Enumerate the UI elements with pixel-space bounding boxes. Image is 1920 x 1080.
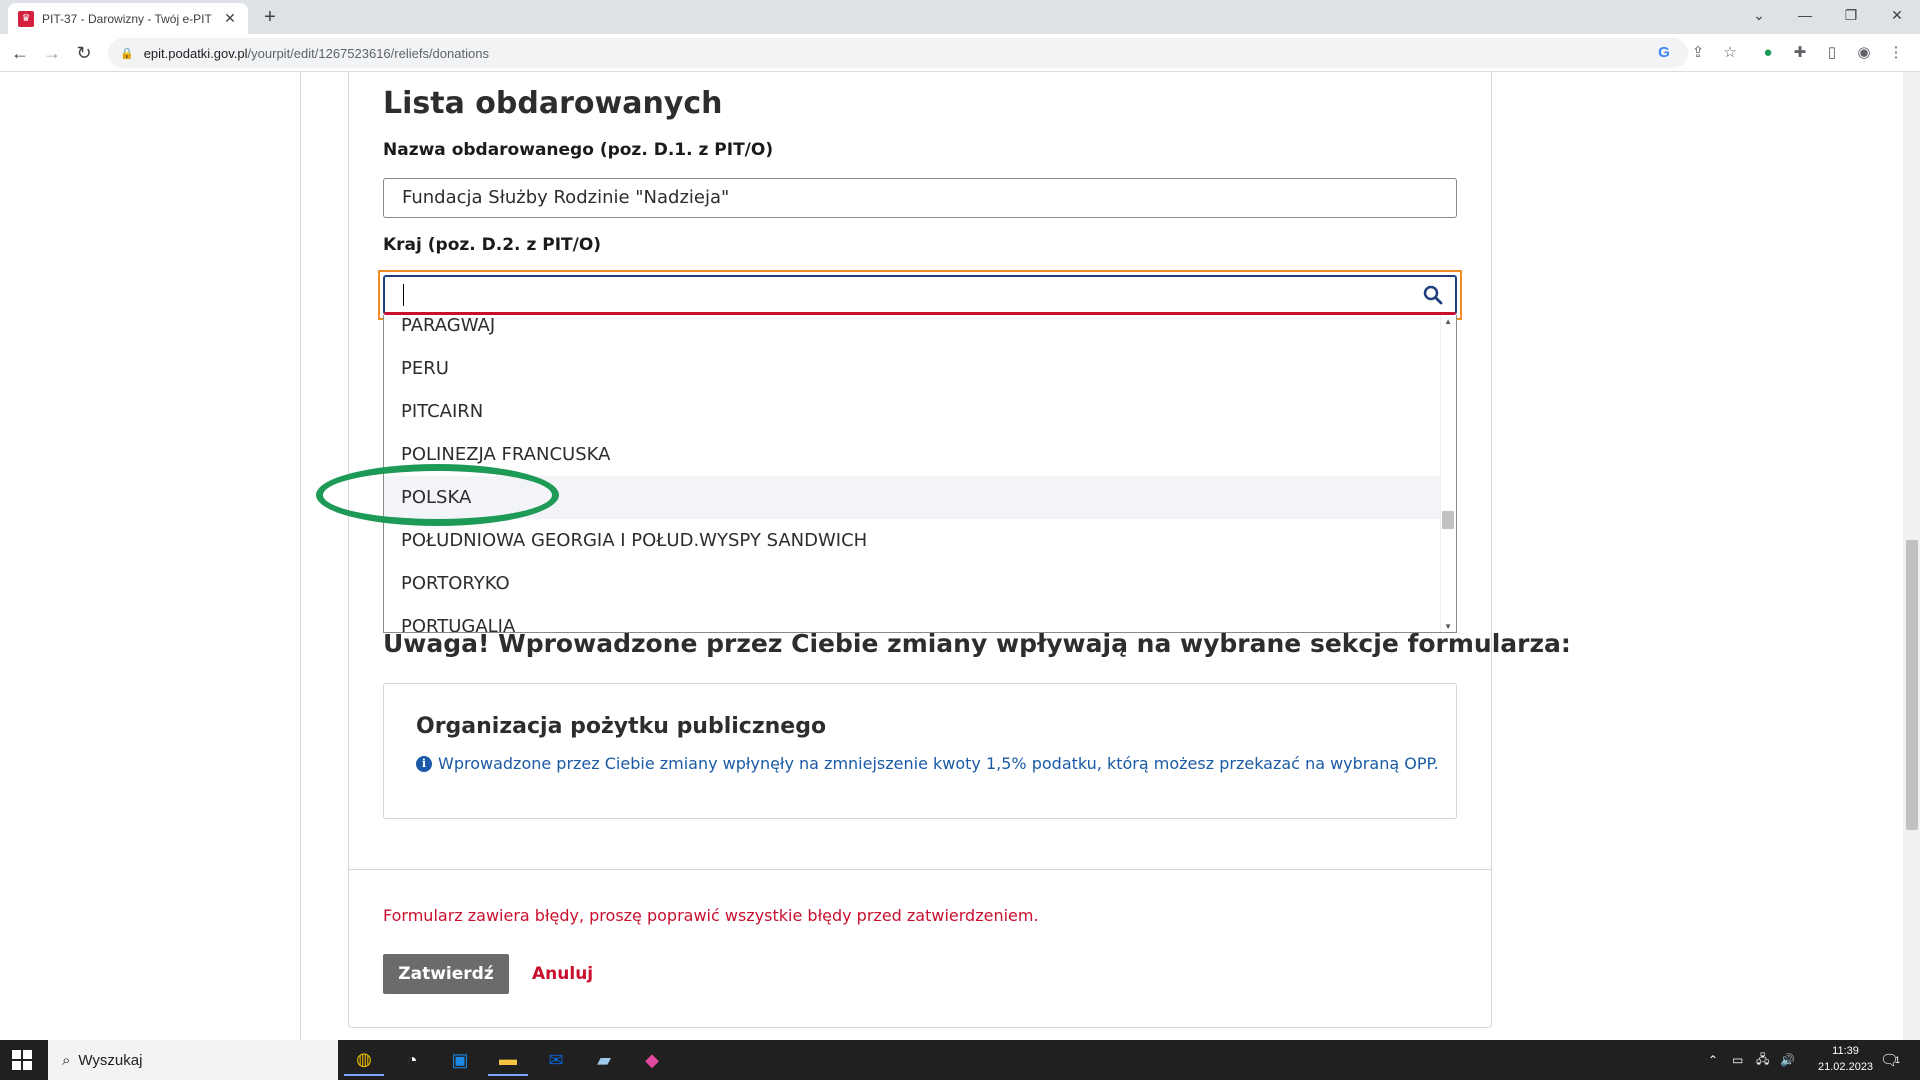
country-search-input[interactable] bbox=[383, 275, 1457, 315]
dropdown-scrollbar[interactable]: ▲ ▼ bbox=[1440, 315, 1456, 632]
url-host: epit.podatki.gov.pl bbox=[143, 45, 248, 61]
taskbar-clock[interactable]: 11:39 21.02.2023 bbox=[1818, 1043, 1873, 1075]
country-option[interactable]: PERU bbox=[384, 347, 1440, 390]
new-tab-button[interactable]: + bbox=[258, 6, 282, 30]
outlook-app-icon[interactable]: ✉ bbox=[536, 1044, 576, 1076]
reload-icon[interactable]: ↻ bbox=[72, 41, 96, 65]
clock-app-icon[interactable]: ◔ bbox=[392, 1044, 432, 1076]
extension-green-icon[interactable]: ● bbox=[1756, 41, 1780, 65]
back-arrow-icon[interactable]: ← bbox=[8, 41, 32, 65]
address-bar[interactable]: 🔒 epit.podatki.gov.pl/yourpit/edit/12675… bbox=[108, 38, 1688, 68]
search-icon[interactable] bbox=[1421, 283, 1445, 307]
tray-device-icon[interactable]: ▭ bbox=[1732, 1040, 1743, 1080]
close-window-button[interactable]: ✕ bbox=[1874, 0, 1920, 30]
network-icon[interactable]: 🖧 bbox=[1756, 1040, 1769, 1080]
browser-tab-strip: ♛ PIT-37 - Darowizny - Twój e-PIT ✕ + ⌄ … bbox=[0, 0, 1920, 34]
browser-tab[interactable]: ♛ PIT-37 - Darowizny - Twój e-PIT ✕ bbox=[8, 3, 248, 34]
info-text: Wprowadzone przez Ciebie zmiany wpłynęły… bbox=[438, 754, 1439, 773]
section-divider bbox=[349, 869, 1491, 870]
notification-count: 1 bbox=[1895, 1055, 1901, 1065]
tab-search-chevron-icon[interactable]: ⌄ bbox=[1736, 0, 1782, 30]
info-message: i Wprowadzone przez Ciebie zmiany wpłynę… bbox=[416, 754, 1439, 773]
donee-name-label: Nazwa obdarowanego (poz. D.1. z PIT/O) bbox=[383, 140, 774, 160]
taskbar-search-label: Wyszukaj bbox=[78, 1051, 143, 1069]
taskbar-search[interactable]: ⌕ Wyszukaj bbox=[48, 1040, 338, 1080]
annotation-ellipse bbox=[316, 464, 559, 526]
chrome-app-icon[interactable]: ◍ bbox=[344, 1044, 384, 1076]
cancel-link[interactable]: Anuluj bbox=[532, 964, 593, 984]
windows-start-icon[interactable] bbox=[12, 1050, 32, 1070]
country-option[interactable]: POŁUDNIOWA GEORGIA I POŁUD.WYSPY SANDWIC… bbox=[384, 519, 1440, 562]
volume-icon[interactable]: 🔊 bbox=[1780, 1040, 1795, 1080]
country-option[interactable]: PITCAIRN bbox=[384, 390, 1440, 433]
country-option[interactable]: PORTORYKO bbox=[384, 562, 1440, 605]
file-explorer-icon[interactable]: ▬ bbox=[488, 1044, 528, 1076]
restore-button[interactable]: ❐ bbox=[1828, 0, 1874, 30]
url-path: /yourpit/edit/1267523616/reliefs/donatio… bbox=[247, 45, 489, 61]
tab-title: PIT-37 - Darowizny - Twój e-PIT bbox=[42, 11, 212, 26]
page-scroll-thumb[interactable] bbox=[1906, 540, 1918, 830]
taskbar-search-icon: ⌕ bbox=[62, 1051, 71, 1069]
text-caret bbox=[403, 284, 404, 306]
opp-info-box: Organizacja pożytku publicznego i Wprowa… bbox=[383, 683, 1457, 819]
donee-name-field[interactable]: Fundacja Służby Rodzinie "Nadzieja" bbox=[383, 178, 1457, 218]
tray-chevron-icon[interactable]: ⌃ bbox=[1708, 1040, 1718, 1080]
clock-date: 21.02.2023 bbox=[1818, 1061, 1874, 1073]
form-error-message: Formularz zawiera błędy, proszę poprawić… bbox=[383, 906, 1039, 925]
page-scrollbar[interactable] bbox=[1903, 72, 1920, 1040]
paint-app-icon[interactable]: ◆ bbox=[632, 1044, 672, 1076]
country-option[interactable]: POLINEZJA FRANCUSKA bbox=[384, 433, 1440, 476]
page-viewport: Lista obdarowanych Nazwa obdarowanego (p… bbox=[0, 72, 1920, 1040]
country-option[interactable]: PARAGWAJ bbox=[384, 315, 1440, 347]
menu-dots-icon[interactable]: ⋮ bbox=[1884, 41, 1908, 65]
info-title: Organizacja pożytku publicznego bbox=[416, 714, 827, 739]
scroll-up-arrow-icon[interactable]: ▲ bbox=[1444, 317, 1452, 326]
extensions-puzzle-icon[interactable]: ✚ bbox=[1788, 41, 1812, 65]
minimize-button[interactable]: — bbox=[1782, 0, 1828, 30]
profile-avatar-icon[interactable]: ◉ bbox=[1852, 41, 1876, 65]
windows-taskbar: ⌕ Wyszukaj ◍ ◔ ▣ ▬ ✉ ▰ ◆ ⌃ ▭ 🖧 🔊 11:39 2… bbox=[0, 1040, 1920, 1080]
info-icon: i bbox=[416, 755, 432, 772]
browser-toolbar: ← → ↻ 🔒 epit.podatki.gov.pl/yourpit/edit… bbox=[0, 34, 1920, 72]
country-label: Kraj (poz. D.2. z PIT/O) bbox=[383, 235, 602, 255]
google-icon[interactable]: G bbox=[1652, 41, 1676, 65]
side-panel-icon[interactable]: ▯ bbox=[1820, 41, 1844, 65]
favicon-icon: ♛ bbox=[18, 10, 34, 27]
bookmark-star-icon[interactable]: ☆ bbox=[1718, 41, 1742, 65]
clock-time: 11:39 bbox=[1832, 1045, 1859, 1057]
page-divider bbox=[300, 72, 301, 1040]
forward-arrow-icon[interactable]: → bbox=[40, 41, 64, 65]
notes-app-icon[interactable]: ▰ bbox=[584, 1044, 624, 1076]
lock-icon: 🔒 bbox=[120, 47, 134, 60]
submit-button[interactable]: Zatwierdź bbox=[383, 954, 509, 994]
trello-app-icon[interactable]: ▣ bbox=[440, 1044, 480, 1076]
country-dropdown[interactable]: PARAGWAJ PERU PITCAIRN POLINEZJA FRANCUS… bbox=[383, 315, 1457, 633]
warning-heading: Uwaga! Wprowadzone przez Ciebie zmiany w… bbox=[383, 629, 1571, 658]
dropdown-scroll-thumb[interactable] bbox=[1442, 511, 1454, 529]
share-icon[interactable]: ⇪ bbox=[1686, 41, 1710, 65]
close-tab-icon[interactable]: ✕ bbox=[222, 10, 238, 27]
notification-icon[interactable]: 🗨 1 bbox=[1880, 1040, 1900, 1080]
page-title: Lista obdarowanych bbox=[383, 86, 723, 121]
